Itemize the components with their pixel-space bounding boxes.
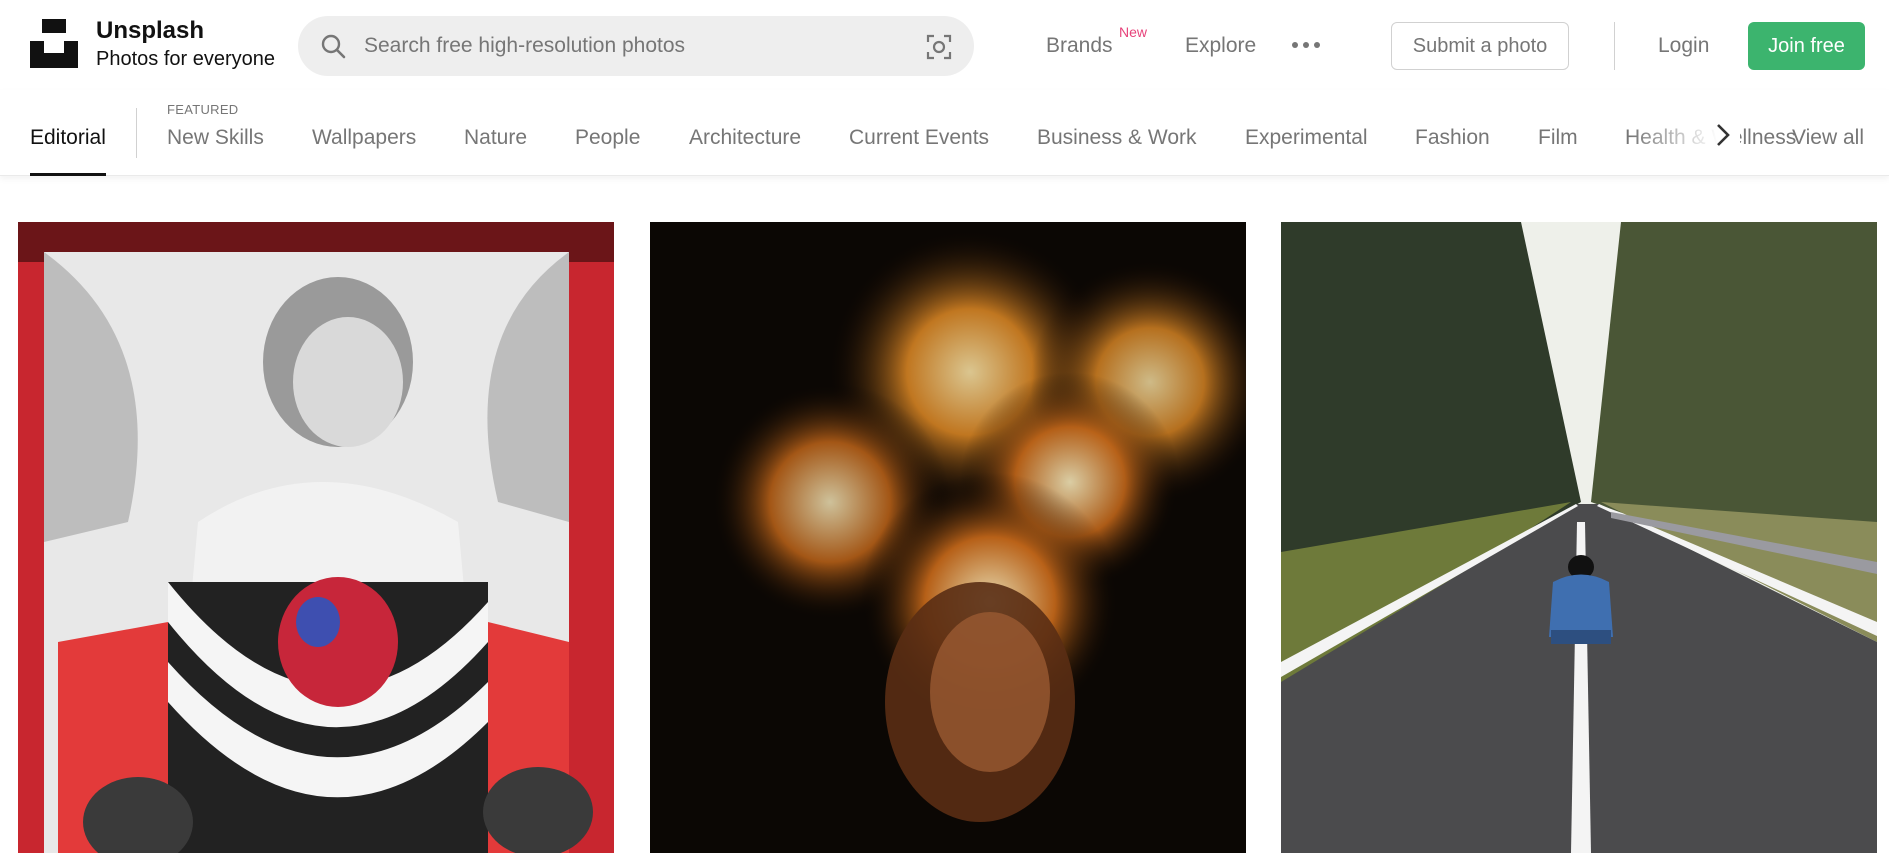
search-bar	[298, 16, 974, 76]
topic-separator	[136, 108, 137, 158]
tab-experimental[interactable]: Experimental	[1245, 126, 1368, 150]
photo-disco-portrait-image	[650, 222, 1246, 853]
nav-explore[interactable]: Explore	[1185, 34, 1256, 58]
topic-nav: Editorial FEATURED New Skills Wallpapers…	[0, 90, 1889, 176]
brand-tagline: Photos for everyone	[96, 48, 275, 70]
tab-business-work[interactable]: Business & Work	[1037, 126, 1197, 150]
tab-wallpapers[interactable]: Wallpapers	[312, 126, 416, 150]
tab-architecture[interactable]: Architecture	[689, 126, 801, 150]
photo-disco-portrait[interactable]	[650, 222, 1246, 853]
nav-brands[interactable]: Brands	[1046, 34, 1113, 58]
photo-road-sitter[interactable]	[1281, 222, 1877, 853]
tab-new-skills[interactable]: New Skills	[167, 126, 264, 150]
tab-people[interactable]: People	[575, 126, 640, 150]
visual-search-icon[interactable]	[926, 34, 952, 60]
tab-nature[interactable]: Nature	[464, 126, 527, 150]
photo-street-art-image	[18, 222, 614, 853]
login-link[interactable]: Login	[1658, 34, 1709, 58]
brand[interactable]: Unsplash Photos for everyone	[96, 16, 275, 72]
join-free-button[interactable]: Join free	[1748, 22, 1865, 70]
photo-road-sitter-image	[1281, 222, 1877, 853]
featured-label: FEATURED	[167, 102, 239, 117]
brand-name: Unsplash	[96, 17, 205, 44]
submit-photo-button[interactable]: Submit a photo	[1391, 22, 1569, 70]
tab-fashion[interactable]: Fashion	[1415, 126, 1490, 150]
unsplash-logo[interactable]	[30, 19, 78, 68]
new-badge: New	[1119, 24, 1148, 40]
tab-current-events[interactable]: Current Events	[849, 126, 989, 150]
chevron-right-icon[interactable]	[1712, 122, 1734, 148]
view-all-link[interactable]: View all	[1792, 126, 1864, 150]
more-dots-icon[interactable]	[1290, 32, 1322, 58]
photo-street-art[interactable]	[18, 222, 614, 853]
active-tab-indicator	[30, 173, 106, 176]
header-divider	[1614, 22, 1615, 70]
tab-film[interactable]: Film	[1538, 126, 1578, 150]
search-input[interactable]	[364, 26, 904, 66]
tab-editorial[interactable]: Editorial	[30, 126, 106, 150]
search-icon[interactable]	[320, 33, 346, 59]
top-header: Unsplash Photos for everyone Brands New …	[0, 0, 1889, 90]
